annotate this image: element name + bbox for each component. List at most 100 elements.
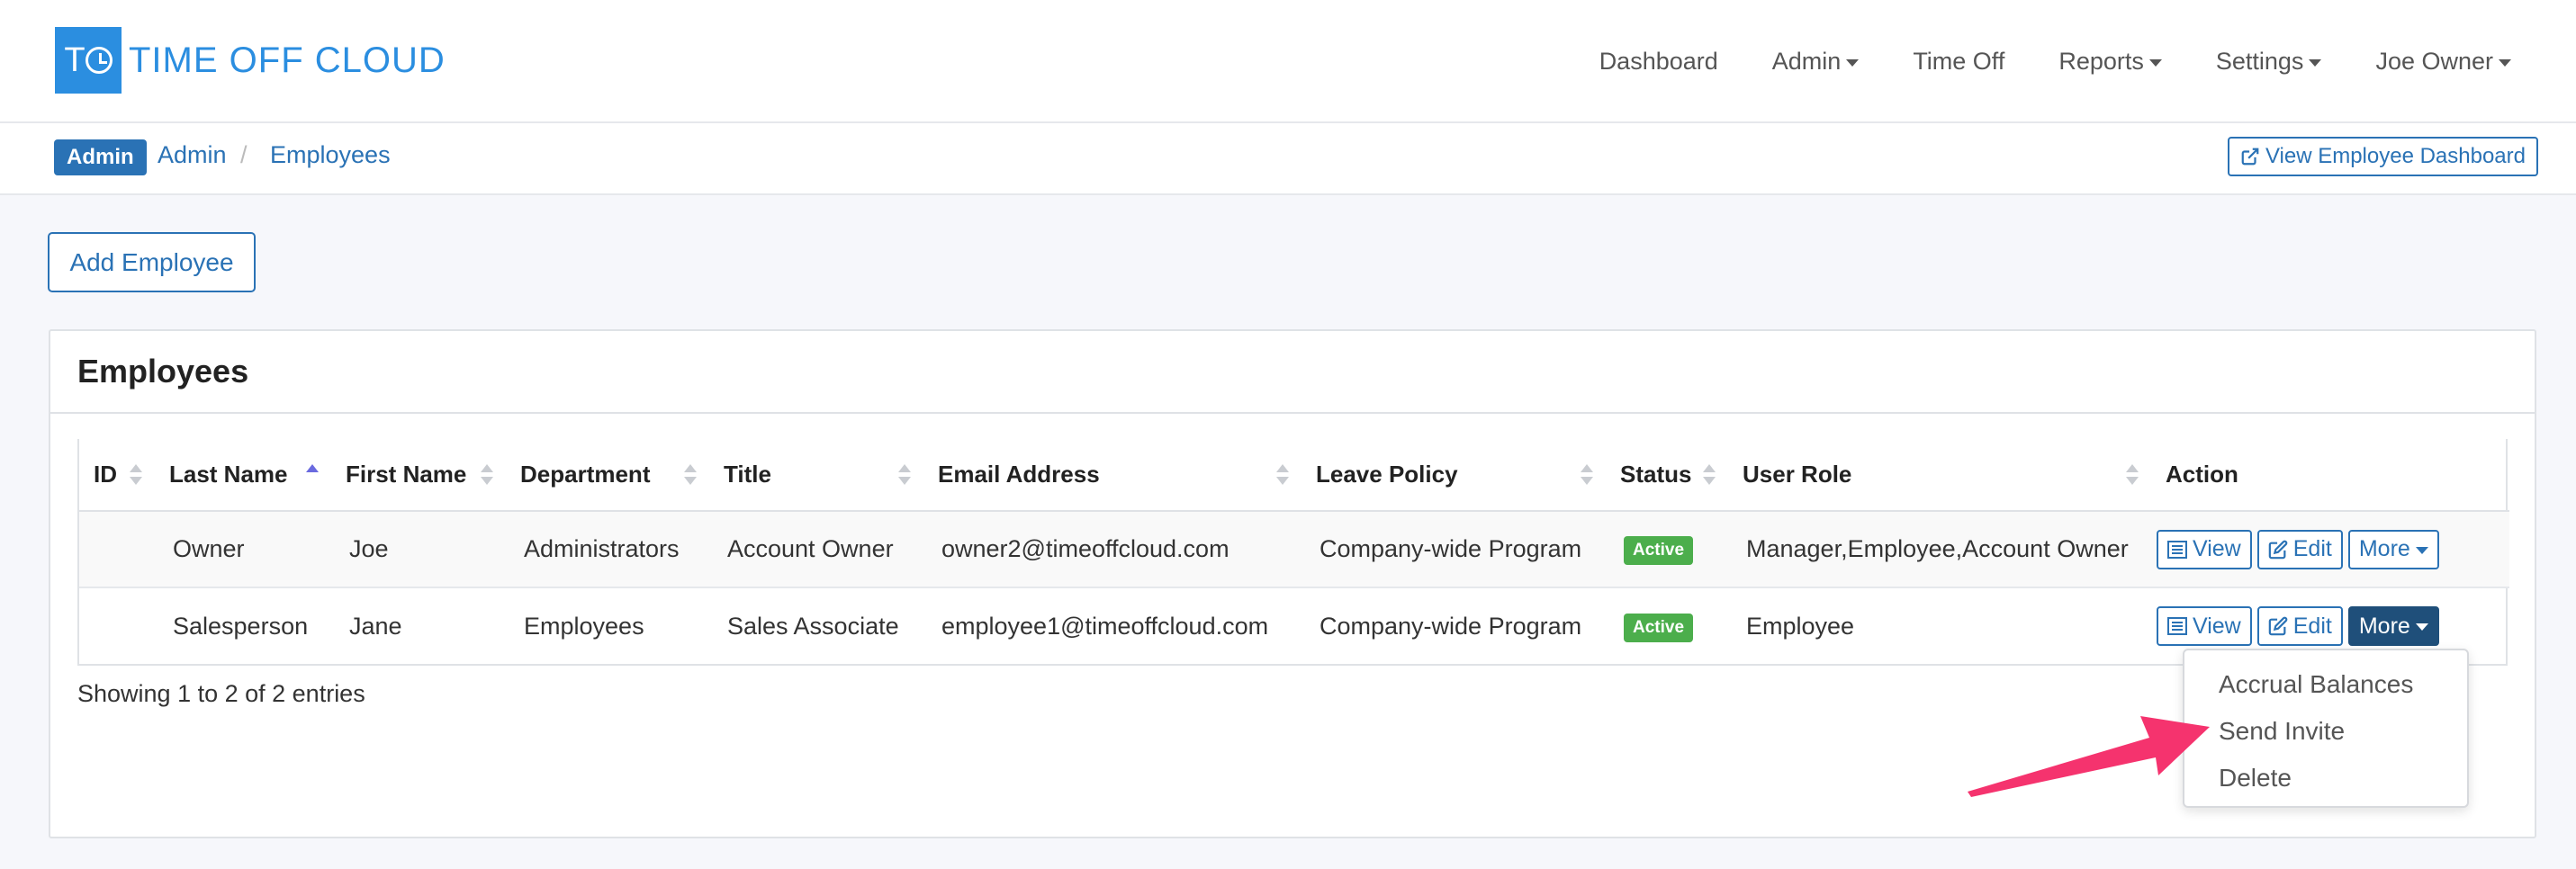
column-header-email[interactable]: Email Address (923, 439, 1302, 512)
more-button[interactable]: More (2347, 606, 2439, 646)
sort-ascending-icon (306, 464, 319, 486)
cell-status: Active (1606, 511, 1728, 588)
top-navbar: T TIME OFF CLOUD Dashboard Admin Time Of… (0, 0, 2576, 123)
nav-time-off-label: Time Off (1913, 48, 2005, 75)
list-icon (2167, 617, 2187, 635)
column-header-user-role[interactable]: User Role (1728, 439, 2151, 512)
more-dropdown-menu: Accrual Balances Send Invite Delete (2183, 649, 2469, 808)
cell-title: Sales Associate (727, 612, 899, 640)
table-header-row: ID Last Name First Name Department Title… (79, 439, 2509, 512)
nav-admin[interactable]: Admin (1745, 48, 1887, 76)
column-header-label: ID (94, 461, 117, 488)
caret-down-icon (2415, 623, 2428, 631)
cell-action: View Edit More (2151, 511, 2509, 588)
main-nav: Dashboard Admin Time Off Reports Setting… (1572, 0, 2538, 123)
breadcrumb-employees[interactable]: Employees (270, 141, 391, 169)
column-header-label: Action (2166, 461, 2238, 488)
nav-time-off[interactable]: Time Off (1886, 48, 2031, 76)
nav-reports-label: Reports (2058, 48, 2144, 75)
more-button[interactable]: More (2347, 529, 2439, 569)
nav-reports[interactable]: Reports (2031, 48, 2189, 76)
brand-name: TIME OFF CLOUD (129, 40, 446, 80)
sort-icon (1703, 464, 1716, 486)
table-info: Showing 1 to 2 of 2 entries (77, 680, 365, 707)
nav-user-menu[interactable]: Joe Owner (2348, 48, 2538, 76)
breadcrumb: Admin Admin / Employees View Employee Da… (0, 123, 2576, 195)
nav-admin-label: Admin (1771, 48, 1842, 75)
breadcrumb-separator: / (240, 141, 248, 168)
sort-icon (1581, 464, 1593, 486)
view-button[interactable]: View (2157, 606, 2252, 646)
nav-user-label: Joe Owner (2375, 48, 2493, 75)
column-header-leave-policy[interactable]: Leave Policy (1302, 439, 1606, 512)
sort-icon (130, 464, 142, 486)
column-header-label: User Role (1743, 461, 1852, 488)
column-header-label: Department (520, 461, 651, 488)
more-button-label: More (2358, 613, 2410, 639)
column-header-last-name[interactable]: Last Name (155, 439, 331, 512)
column-header-label: Status (1620, 461, 1692, 488)
nav-dashboard-label: Dashboard (1599, 48, 1718, 75)
cell-leave-policy: Company-wide Program (1320, 612, 1582, 640)
cell-last-name: Owner (155, 511, 331, 588)
menu-item-send-invite[interactable]: Send Invite (2184, 708, 2467, 755)
view-button-label: View (2193, 613, 2241, 639)
cell-user-role: Manager,Employee,Account Owner (1728, 511, 2151, 588)
edit-icon (2268, 616, 2288, 636)
cell-department: Employees (524, 612, 644, 640)
caret-down-icon (1846, 58, 1860, 67)
logo-mark: T (55, 27, 122, 94)
nav-settings[interactable]: Settings (2189, 48, 2349, 76)
cell-email: employee1@timeoffcloud.com (941, 612, 1269, 640)
more-button-label: More (2358, 536, 2410, 561)
column-header-first-name[interactable]: First Name (331, 439, 506, 512)
column-header-status[interactable]: Status (1606, 439, 1728, 512)
breadcrumb-admin[interactable]: Admin (158, 141, 227, 169)
menu-item-accrual-balances[interactable]: Accrual Balances (2184, 661, 2467, 708)
cell-user-role: Employee (1746, 612, 1855, 640)
caret-down-icon (2309, 58, 2322, 67)
clock-icon (85, 47, 113, 74)
status-badge: Active (1624, 536, 1694, 565)
caret-down-icon (2499, 58, 2511, 67)
cell-leave-policy: Company-wide Program (1302, 511, 1606, 588)
column-header-label: Leave Policy (1316, 461, 1458, 488)
edit-button[interactable]: Edit (2256, 606, 2343, 646)
table-row: Salesperson Jane Employees Sales Associa… (79, 587, 2509, 664)
list-icon (2167, 540, 2187, 559)
edit-button-label: Edit (2292, 536, 2332, 561)
view-employee-dashboard-label: View Employee Dashboard (2265, 144, 2526, 168)
cell-title: Account Owner (709, 511, 923, 588)
cell-department: Administrators (506, 511, 709, 588)
column-header-department[interactable]: Department (506, 439, 709, 512)
caret-down-icon (2148, 58, 2162, 67)
column-header-label: Last Name (169, 461, 288, 488)
cell-email: owner2@timeoffcloud.com (923, 511, 1302, 588)
view-button[interactable]: View (2157, 529, 2252, 569)
view-employee-dashboard-button[interactable]: View Employee Dashboard (2227, 137, 2538, 176)
column-header-label: First Name (346, 461, 467, 488)
brand-logo[interactable]: T TIME OFF CLOUD (55, 26, 446, 94)
panel-title: Employees (50, 331, 2535, 414)
column-header-title[interactable]: Title (709, 439, 923, 512)
cell-id (79, 511, 155, 588)
add-employee-button[interactable]: Add Employee (48, 232, 256, 292)
column-header-action: Action (2151, 439, 2509, 512)
column-header-id[interactable]: ID (79, 439, 155, 512)
status-badge: Active (1624, 613, 1694, 642)
menu-item-delete[interactable]: Delete (2184, 755, 2467, 802)
section-badge: Admin (54, 139, 147, 175)
caret-down-icon (2415, 546, 2428, 554)
cell-status: Active (1606, 587, 1728, 664)
column-header-label: Email Address (938, 461, 1100, 488)
cell-first-name: Joe (331, 511, 506, 588)
edit-button-label: Edit (2292, 613, 2332, 639)
cell-first-name: Jane (349, 612, 402, 640)
edit-button[interactable]: Edit (2256, 529, 2343, 569)
sort-icon (481, 464, 493, 486)
cell-last-name: Salesperson (173, 612, 309, 640)
sort-icon (2126, 464, 2139, 486)
logo-mark-letter: T (64, 40, 85, 79)
view-button-label: View (2193, 536, 2241, 561)
nav-dashboard[interactable]: Dashboard (1572, 48, 1745, 76)
